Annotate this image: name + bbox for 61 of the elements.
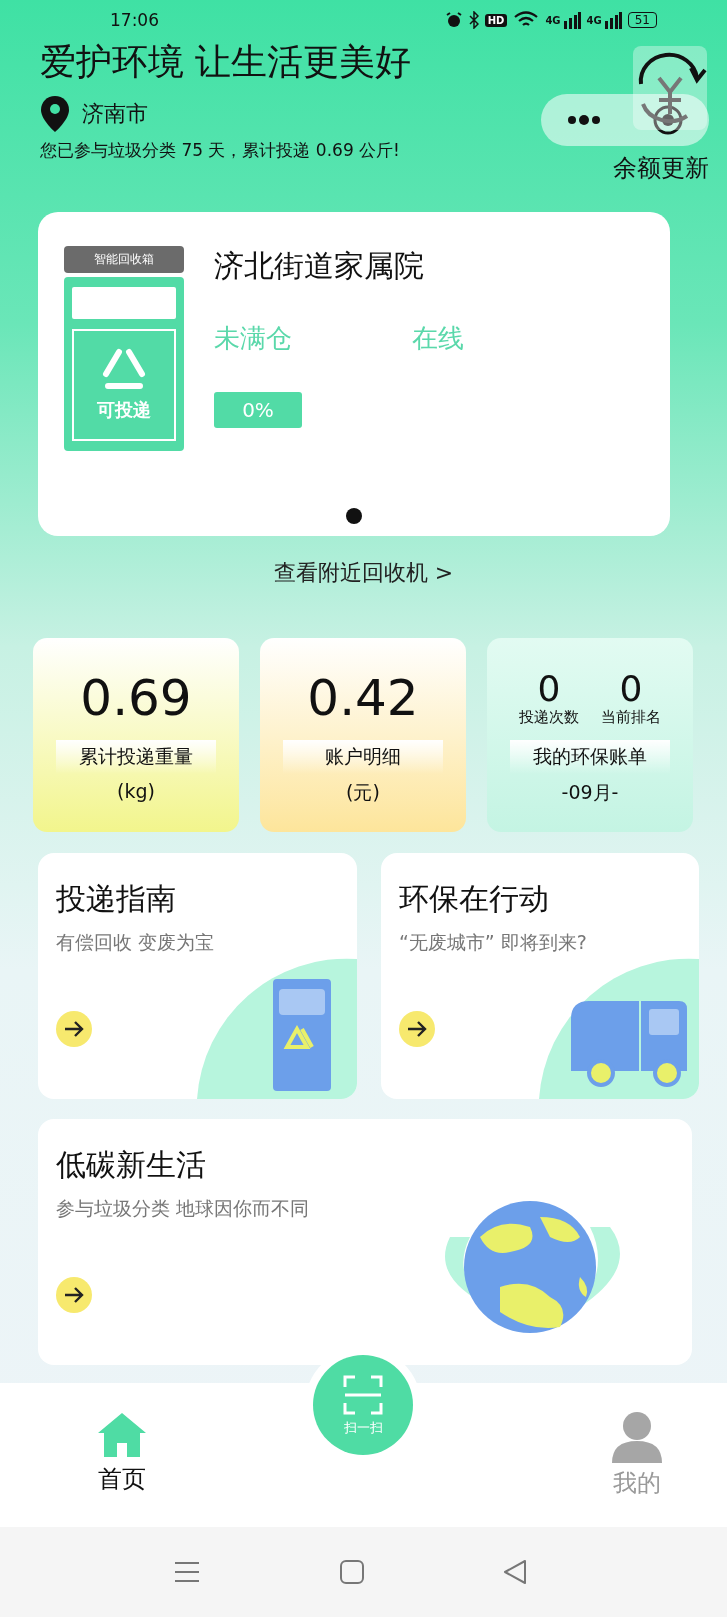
stat-unit: (kg) [117, 780, 155, 802]
stat-value: 0 [537, 670, 561, 708]
feature-tile[interactable]: 环保在行动 “无废城市” 即将到来? [381, 853, 699, 1099]
tile-subtitle: 有偿回收 变废为宝 [56, 930, 216, 955]
machine-card[interactable]: 智能回收箱 可投递 济北街道家属院 未满仓 在线 0% [38, 212, 670, 536]
back-icon[interactable] [503, 1559, 527, 1585]
signal-icon [603, 11, 622, 29]
machine-type-label: 智能回收箱 [64, 246, 184, 273]
feature-title: 低碳新生活 [56, 1146, 207, 1184]
stat-label: 当前排名 [601, 708, 661, 727]
page-title: 爱护环境 让生活更美好 [40, 40, 412, 84]
stat-card[interactable]: 0 投递次数 0 当前排名 我的环保账单 -09月- [487, 638, 693, 832]
more-icon[interactable] [566, 115, 601, 125]
stat-card[interactable]: 0.69 累计投递重量 (kg) [33, 638, 239, 832]
balance-refresh-label[interactable]: 余额更新 [613, 152, 709, 184]
tile-title: 环保在行动 [399, 880, 550, 918]
menu-icon[interactable] [174, 1560, 200, 1584]
tab-item[interactable]: 首页 [92, 1383, 152, 1527]
network-label: 4G [545, 14, 561, 26]
carousel-dot[interactable] [346, 508, 362, 524]
battery-indicator: 51 [627, 12, 657, 28]
signal-icon [562, 11, 581, 29]
stat-label: 投递次数 [519, 708, 579, 727]
home-icon [96, 1411, 148, 1459]
alarm-icon [444, 11, 463, 29]
capacity-status: 未满仓 [214, 322, 292, 355]
stat-title: 累计投递重量 [56, 740, 216, 774]
arrow-right-icon[interactable] [56, 1277, 92, 1313]
arrow-right-icon[interactable] [56, 1011, 92, 1047]
close-target-icon[interactable] [651, 104, 684, 136]
stat-title: 我的环保账单 [510, 740, 670, 774]
machine-name: 济北街道家属院 [214, 247, 425, 285]
stat-unit: (元) [346, 780, 380, 805]
nearby-machines-link[interactable]: 查看附近回收机 > [273, 560, 454, 585]
location-text[interactable]: 济南市 [82, 99, 148, 129]
summary-text: 您已参与垃圾分类 75 天，累计投递 0.69 公斤! [40, 139, 401, 162]
stat-card[interactable]: 0.42 账户明细 (元) [260, 638, 466, 832]
scan-icon [341, 1373, 385, 1417]
tile-title: 投递指南 [56, 880, 177, 918]
arrow-right-icon[interactable] [399, 1011, 435, 1047]
fill-percent-badge: 0% [214, 392, 302, 428]
network-label: 4G [586, 14, 602, 26]
online-status: 在线 [412, 322, 464, 355]
bin-status-text: 可投递 [97, 398, 151, 422]
user-icon [611, 1411, 663, 1463]
recycle-icon [100, 348, 148, 392]
home-square-icon[interactable] [338, 1559, 365, 1585]
stat-value: 0 [619, 670, 643, 708]
feature-subtitle: 参与垃圾分类 地球因你而不同 [56, 1196, 311, 1221]
stat-title: 账户明细 [283, 740, 443, 774]
status-time: 17:06 [110, 10, 159, 30]
stat-unit: -09月- [561, 780, 619, 805]
tile-subtitle: “无废城市” 即将到来? [399, 930, 588, 955]
location-pin-icon [40, 95, 70, 133]
feature-card[interactable]: 低碳新生活 参与垃圾分类 地球因你而不同 [38, 1119, 692, 1365]
stat-value: 0.42 [307, 668, 419, 729]
feature-tile[interactable]: 投递指南 有偿回收 变废为宝 [38, 853, 357, 1099]
bluetooth-icon [468, 11, 479, 29]
hd-badge: HD [484, 13, 508, 27]
stat-value: 0.69 [80, 668, 192, 729]
refresh-coin-icon[interactable] [631, 44, 709, 132]
